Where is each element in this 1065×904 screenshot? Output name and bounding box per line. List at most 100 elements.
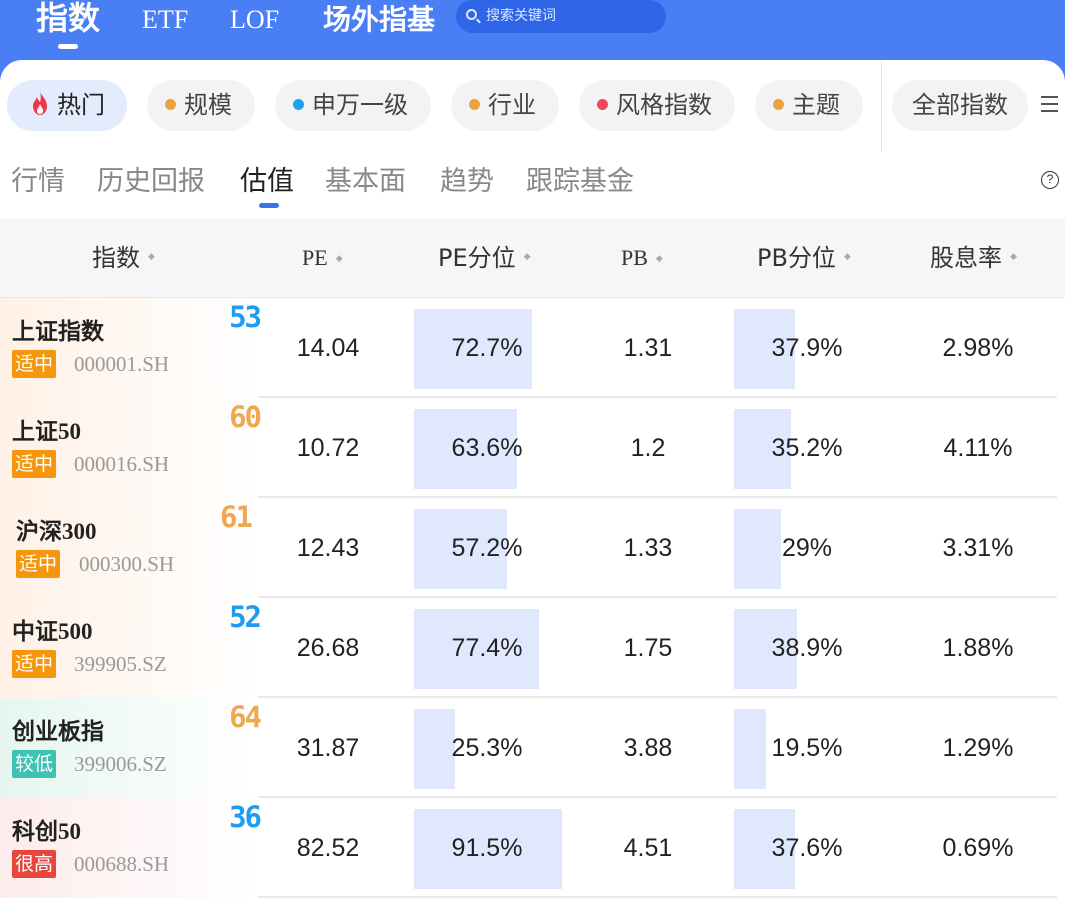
pe-value: 10.72 bbox=[296, 434, 360, 462]
index-name: 上证指数 bbox=[12, 319, 104, 344]
column-header-pe[interactable]: PE ◆ bbox=[302, 218, 343, 298]
pe-percentile: 72.7% bbox=[451, 334, 523, 362]
table-row[interactable]: 中证500 适中 399905.SZ 52 26.68 77.4% 1.75 3… bbox=[0, 598, 1065, 698]
table-row[interactable]: 科创50 很高 000688.SH 36 82.52 91.5% 4.51 37… bbox=[0, 798, 1065, 898]
tab-market[interactable]: 行情 bbox=[11, 162, 65, 202]
valuation-score: 53 bbox=[229, 300, 262, 334]
row-index-cell: 科创50 很高 000688.SH 36 bbox=[0, 798, 262, 898]
help-icon[interactable]: ? bbox=[1041, 171, 1059, 189]
column-header-dividend-yield[interactable]: 股息率 ◆ bbox=[930, 218, 1017, 298]
dividend-yield: 4.11% bbox=[943, 434, 1013, 462]
valuation-badge: 适中 bbox=[12, 350, 57, 378]
pe-percentile: 91.5% bbox=[451, 834, 523, 862]
category-chip-style[interactable]: 风格指数 bbox=[579, 80, 735, 131]
index-code: 399905.SZ bbox=[74, 652, 167, 676]
tab-valuation[interactable]: 估值 bbox=[240, 162, 294, 202]
search-icon bbox=[466, 9, 477, 20]
tab-active-indicator bbox=[259, 203, 279, 208]
topnav-tab-index[interactable]: 指数 bbox=[36, 0, 100, 38]
table-row[interactable]: 沪深300 适中 000300.SH 61 12.43 57.2% 1.33 2… bbox=[0, 498, 1065, 598]
tab-fundamentals[interactable]: 基本面 bbox=[325, 162, 406, 202]
topnav-tab-otc-index-funds[interactable]: 场外指基 bbox=[323, 0, 435, 40]
chip-label: 全部指数 bbox=[912, 91, 1008, 119]
pb-value: 1.75 bbox=[623, 634, 673, 662]
index-code: 000016.SH bbox=[74, 452, 170, 476]
pe-percentile: 77.4% bbox=[451, 634, 523, 662]
pb-percentile: 38.9% bbox=[771, 634, 843, 662]
row-divider bbox=[258, 896, 1057, 898]
valuation-score: 60 bbox=[229, 400, 262, 434]
chip-label: 行业 bbox=[488, 91, 536, 119]
index-code: 000300.SH bbox=[79, 552, 175, 576]
pe-value: 31.87 bbox=[296, 734, 360, 762]
orange-dot-icon bbox=[773, 98, 784, 110]
chip-label: 主题 bbox=[792, 91, 840, 119]
pb-percentile: 29% bbox=[781, 534, 833, 562]
sort-icon: ◆ bbox=[843, 252, 851, 262]
blue-dot-icon bbox=[293, 98, 304, 110]
pb-value: 1.2 bbox=[630, 434, 666, 462]
sort-icon: ◆ bbox=[655, 252, 663, 263]
valuation-score: 64 bbox=[229, 700, 262, 734]
orange-dot-icon bbox=[165, 98, 176, 110]
chip-label: 规模 bbox=[184, 91, 232, 119]
column-header-pb[interactable]: PB ◆ bbox=[621, 218, 663, 298]
row-index-cell: 创业板指 较低 399006.SZ 64 bbox=[0, 698, 262, 798]
pb-percentile: 19.5% bbox=[771, 734, 843, 762]
index-code: 000688.SH bbox=[74, 852, 170, 876]
table-row[interactable]: 创业板指 较低 399006.SZ 64 31.87 25.3% 3.88 19… bbox=[0, 698, 1065, 798]
topnav-tab-lof[interactable]: LOF bbox=[230, 0, 279, 40]
pe-percentile: 25.3% bbox=[451, 734, 523, 762]
dividend-yield: 0.69% bbox=[942, 834, 1014, 862]
valuation-badge: 适中 bbox=[12, 650, 57, 678]
category-chip-theme[interactable]: 主题 bbox=[755, 80, 863, 131]
row-index-cell: 上证指数 适中 000001.SH 53 bbox=[0, 298, 262, 398]
row-index-cell: 沪深300 适中 000300.SH 61 bbox=[0, 498, 258, 598]
category-chip-industry[interactable]: 行业 bbox=[451, 80, 559, 131]
dividend-yield: 2.98% bbox=[942, 334, 1014, 362]
pe-percentile: 57.2% bbox=[451, 534, 523, 562]
red-dot-icon bbox=[597, 98, 608, 110]
column-header-pb-percentile[interactable]: PB分位 ◆ bbox=[757, 218, 851, 298]
pb-percentile: 35.2% bbox=[771, 434, 843, 462]
column-header-pe-percentile[interactable]: PE分位 ◆ bbox=[438, 218, 531, 298]
sort-icon: ◆ bbox=[523, 252, 531, 262]
category-chip-sw-level1[interactable]: 申万一级 bbox=[275, 80, 431, 131]
category-chip-all[interactable]: 全部指数 bbox=[892, 80, 1028, 131]
valuation-badge: 较低 bbox=[12, 750, 57, 778]
menu-icon[interactable] bbox=[1041, 96, 1058, 116]
pb-percentile: 37.9% bbox=[771, 334, 843, 362]
table-row[interactable]: 上证50 适中 000016.SH 60 10.72 63.6% 1.2 35.… bbox=[0, 398, 1065, 498]
index-name: 中证500 bbox=[12, 619, 93, 644]
row-index-cell: 上证50 适中 000016.SH 60 bbox=[0, 398, 262, 498]
category-chip-hot[interactable]: 热门 bbox=[7, 80, 127, 131]
valuation-badge: 适中 bbox=[12, 450, 57, 478]
pb-value: 4.51 bbox=[623, 834, 673, 862]
dividend-yield: 1.88% bbox=[942, 634, 1014, 662]
tab-historical-return[interactable]: 历史回报 bbox=[97, 162, 205, 202]
tab-trend[interactable]: 趋势 bbox=[440, 162, 494, 202]
pb-value: 3.88 bbox=[623, 734, 673, 762]
pe-value: 26.68 bbox=[296, 634, 360, 662]
index-name: 科创50 bbox=[12, 819, 81, 844]
chip-label: 热门 bbox=[57, 91, 105, 119]
search-input[interactable]: 搜索关键词 bbox=[456, 0, 666, 33]
pe-percentile: 63.6% bbox=[451, 434, 523, 462]
sort-icon: ◆ bbox=[1010, 252, 1017, 262]
column-header-index[interactable]: 指数 ◆ bbox=[92, 218, 155, 298]
pb-value: 1.33 bbox=[623, 534, 673, 562]
topnav-tab-etf[interactable]: ETF bbox=[142, 0, 188, 40]
table-row[interactable]: 上证指数 适中 000001.SH 53 14.04 72.7% 1.31 37… bbox=[0, 298, 1065, 398]
index-code: 399006.SZ bbox=[74, 752, 167, 776]
chip-divider bbox=[881, 62, 882, 152]
valuation-score: 52 bbox=[229, 600, 262, 634]
pb-value: 1.31 bbox=[623, 334, 673, 362]
dividend-yield: 1.29% bbox=[942, 734, 1014, 762]
pe-value: 82.52 bbox=[296, 834, 360, 862]
tab-tracking-funds[interactable]: 跟踪基金 bbox=[526, 162, 634, 202]
flame-icon bbox=[33, 91, 47, 115]
category-chip-scale[interactable]: 规模 bbox=[147, 80, 255, 131]
valuation-badge: 很高 bbox=[12, 850, 57, 878]
chip-label: 风格指数 bbox=[616, 91, 712, 119]
pb-percentile: 37.6% bbox=[771, 834, 843, 862]
